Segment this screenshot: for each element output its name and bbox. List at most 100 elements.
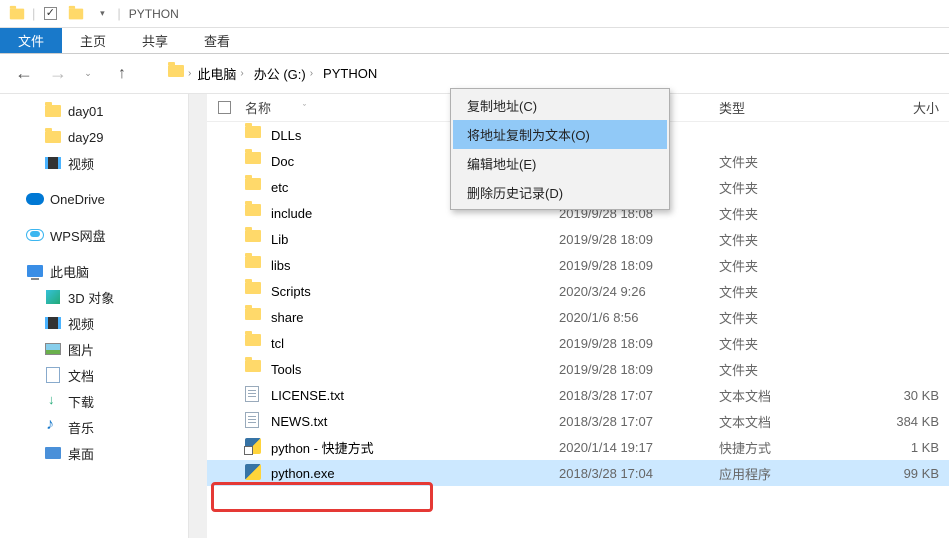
qat-folder-icon[interactable] [6,3,28,25]
address-bar[interactable]: › 此电脑› 办公 (G:)› PYTHON [162,60,939,88]
folder-icon [44,102,62,120]
ribbon-tabs: 文件 主页 共享 查看 [0,28,949,54]
py-icon [245,464,263,482]
file-size: 384 KB [849,414,949,429]
file-date: 2018/3/28 17:07 [559,388,719,403]
tree-item[interactable]: 此电脑 [0,258,188,284]
file-date: 2020/3/24 9:26 [559,284,719,299]
doc-icon [44,366,62,384]
annotation-highlight-box [211,482,433,512]
tree-item[interactable]: 图片 [0,336,188,362]
file-row[interactable]: Scripts 2020/3/24 9:26文件夹 [207,278,949,304]
file-name: DLLs [271,128,301,143]
file-name: tcl [271,336,284,351]
file-date: 2018/3/28 17:04 [559,466,719,481]
file-name: Lib [271,232,288,247]
folder-icon [44,128,62,146]
breadcrumb-part-drive[interactable]: 办公 (G:)› [250,62,317,85]
context-menu-item[interactable]: 复制地址(C) [453,91,667,120]
file-date: 2019/9/28 18:09 [559,362,719,377]
folder-icon [245,152,263,170]
file-date: 2019/9/28 18:09 [559,258,719,273]
tab-home[interactable]: 主页 [62,28,124,53]
folder-icon [245,282,263,300]
file-row[interactable]: share 2020/1/6 8:56文件夹 [207,304,949,330]
context-menu-item[interactable]: 删除历史记录(D) [453,178,667,207]
tree-item[interactable]: 视频 [0,310,188,336]
qat-folder-icon-2[interactable] [65,3,87,25]
file-size: 99 KB [849,466,949,481]
file-name: Tools [271,362,301,377]
tree-item[interactable]: day01 [0,98,188,124]
tree-item-label: 文档 [68,366,94,385]
col-header-size[interactable]: 大小 [849,98,949,117]
breadcrumb-part-folder[interactable]: PYTHON [319,64,381,83]
music-icon [44,418,62,436]
col-header-type[interactable]: 类型 [719,98,849,117]
folder-icon [245,334,263,352]
file-row[interactable]: NEWS.txt 2018/3/28 17:07文本文档384 KB [207,408,949,434]
file-row[interactable]: python.exe2018/3/28 17:04应用程序99 KB [207,460,949,486]
file-row[interactable]: LICENSE.txt2018/3/28 17:07文本文档30 KB [207,382,949,408]
qat-properties-checkbox[interactable]: ✓ [39,3,61,25]
file-date: 2020/1/14 19:17 [559,440,719,455]
tree-item[interactable]: 音乐 [0,414,188,440]
file-date: 2019/9/28 18:09 [559,336,719,351]
file-name: NEWS.txt [271,414,327,429]
file-row[interactable]: libs2019/9/28 18:09文件夹 [207,252,949,278]
file-date: 2019/9/28 18:09 [559,232,719,247]
file-type: 文件夹 [719,282,849,301]
tree-item-label: 视频 [68,154,94,173]
file-type: 文件夹 [719,152,849,171]
tree-item[interactable]: OneDrive [0,186,188,212]
file-date: 2020/1/6 8:56 [559,310,719,325]
col-header-checkbox[interactable] [207,101,241,114]
context-menu-item[interactable]: 编辑地址(E) [453,149,667,178]
navigation-pane[interactable]: day01day29视频OneDriveWPS网盘此电脑3D 对象视频图片文档下… [0,94,189,538]
tree-item[interactable]: day29 [0,124,188,150]
file-row[interactable]: python - 快捷方式2020/1/14 19:17快捷方式1 KB [207,434,949,460]
qat-dropdown[interactable]: ▾ [91,3,113,25]
file-name: Doc [271,154,294,169]
txt-icon [245,386,263,404]
file-date: 2018/3/28 17:07 [559,414,719,429]
tree-item[interactable]: 3D 对象 [0,284,188,310]
dl-icon [44,392,62,410]
file-type: 文件夹 [719,308,849,327]
tree-item[interactable]: 下载 [0,388,188,414]
breadcrumb-sep[interactable]: › [188,68,191,79]
tree-item[interactable]: 视频 [0,150,188,176]
file-type: 文本文档 [719,412,849,431]
file-row[interactable]: Tools 2019/9/28 18:09文件夹 [207,356,949,382]
context-menu-item[interactable]: 将地址复制为文本(O) [453,120,667,149]
folder-icon [245,126,263,144]
file-name: Scripts [271,284,311,299]
file-row[interactable]: Lib2019/9/28 18:09文件夹 [207,226,949,252]
tree-item-label: OneDrive [50,192,105,207]
file-type: 快捷方式 [719,438,849,457]
tree-item-label: 图片 [68,340,94,359]
file-row[interactable]: tcl2019/9/28 18:09文件夹 [207,330,949,356]
tree-item-label: 下载 [68,392,94,411]
file-type: 文件夹 [719,360,849,379]
tree-item[interactable]: WPS网盘 [0,222,188,248]
nav-forward-button[interactable]: → [44,60,72,88]
file-type: 文件夹 [719,256,849,275]
file-name: share [271,310,304,325]
qat-separator-2: | [117,6,120,21]
nav-back-button[interactable]: ← [10,60,38,88]
file-name: LICENSE.txt [271,388,344,403]
tree-item-label: day29 [68,130,103,145]
breadcrumb-part-pc[interactable]: 此电脑› [193,62,247,85]
file-name: include [271,206,312,221]
folder-icon [245,256,263,274]
tab-file[interactable]: 文件 [0,28,62,53]
nav-history-dropdown[interactable]: ⌄ [74,60,102,88]
tab-share[interactable]: 共享 [124,28,186,53]
pic-icon [44,340,62,358]
tree-item[interactable]: 桌面 [0,440,188,466]
nav-up-button[interactable]: ↑ [108,60,136,88]
tree-item[interactable]: 文档 [0,362,188,388]
tree-item-label: day01 [68,104,103,119]
tab-view[interactable]: 查看 [186,28,248,53]
